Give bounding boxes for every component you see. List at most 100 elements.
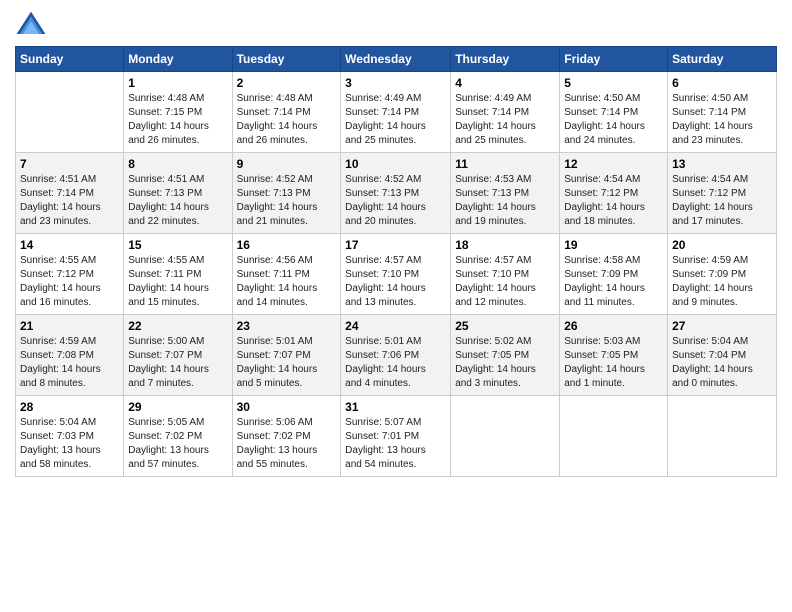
week-row-4: 21Sunrise: 4:59 AMSunset: 7:08 PMDayligh… (16, 315, 777, 396)
day-info: Sunrise: 4:48 AMSunset: 7:14 PMDaylight:… (237, 92, 337, 148)
day-cell: 7Sunrise: 4:51 AMSunset: 7:14 PMDaylight… (16, 153, 124, 234)
day-number: 6 (672, 76, 772, 90)
day-cell: 5 Sunrise: 4:50 AMSunset: 7:14 PMDaylight… (560, 72, 668, 153)
day-info: Sunrise: 4:49 AMSunset: 7:14 PMDaylight:… (455, 92, 555, 148)
day-info: Sunrise: 4:55 AMSunset: 7:11 PMDaylight:… (128, 254, 227, 310)
day-cell: 3 Sunrise: 4:49 AMSunset: 7:14 PMDaylight… (341, 72, 451, 153)
day-number: 24 (345, 319, 446, 333)
day-number: 8 (128, 157, 227, 171)
day-number: 21 (20, 319, 119, 333)
col-header-friday: Friday (560, 47, 668, 72)
day-cell: 25 Sunrise: 5:02 AMSunset: 7:05 PMDayligh… (451, 315, 560, 396)
day-cell (16, 72, 124, 153)
day-info: Sunrise: 4:50 AMSunset: 7:14 PMDaylight:… (564, 92, 663, 148)
day-info: Sunrise: 4:54 AMSunset: 7:12 PMDaylight:… (564, 173, 663, 229)
day-cell: 28 Sunrise: 5:04 AMSunset: 7:03 PMDayligh… (16, 396, 124, 477)
day-info: Sunrise: 5:00 AMSunset: 7:07 PMDaylight:… (128, 335, 227, 391)
logo (15, 10, 51, 38)
day-cell: 15 Sunrise: 4:55 AMSunset: 7:11 PMDayligh… (124, 234, 232, 315)
col-header-sunday: Sunday (16, 47, 124, 72)
day-cell: 27 Sunrise: 5:04 AMSunset: 7:04 PMDayligh… (668, 315, 777, 396)
day-cell: 30Sunrise: 5:06 AMSunset: 7:02 PMDayligh… (232, 396, 341, 477)
day-number: 3 (345, 76, 446, 90)
day-cell: 13Sunrise: 4:54 AMSunset: 7:12 PMDayligh… (668, 153, 777, 234)
day-cell: 4 Sunrise: 4:49 AMSunset: 7:14 PMDaylight… (451, 72, 560, 153)
day-number: 11 (455, 157, 555, 171)
day-info: Sunrise: 4:57 AMSunset: 7:10 PMDaylight:… (455, 254, 555, 310)
day-info: Sunrise: 5:04 AMSunset: 7:03 PMDaylight:… (20, 416, 119, 472)
col-header-tuesday: Tuesday (232, 47, 341, 72)
day-cell: 16Sunrise: 4:56 AMSunset: 7:11 PMDayligh… (232, 234, 341, 315)
day-number: 26 (564, 319, 663, 333)
page-container: SundayMondayTuesdayWednesdayThursdayFrid… (0, 0, 792, 487)
day-number: 19 (564, 238, 663, 252)
day-number: 27 (672, 319, 772, 333)
day-number: 31 (345, 400, 446, 414)
day-info: Sunrise: 4:53 AMSunset: 7:13 PMDaylight:… (455, 173, 555, 229)
week-row-5: 28 Sunrise: 5:04 AMSunset: 7:03 PMDayligh… (16, 396, 777, 477)
day-number: 28 (20, 400, 119, 414)
day-cell (668, 396, 777, 477)
col-header-monday: Monday (124, 47, 232, 72)
day-cell: 11 Sunrise: 4:53 AMSunset: 7:13 PMDayligh… (451, 153, 560, 234)
day-cell: 21Sunrise: 4:59 AMSunset: 7:08 PMDayligh… (16, 315, 124, 396)
day-cell: 29Sunrise: 5:05 AMSunset: 7:02 PMDayligh… (124, 396, 232, 477)
day-number: 12 (564, 157, 663, 171)
day-number: 14 (20, 238, 119, 252)
week-row-1: 1 Sunrise: 4:48 AMSunset: 7:15 PMDaylight… (16, 72, 777, 153)
day-cell: 14 Sunrise: 4:55 AMSunset: 7:12 PMDayligh… (16, 234, 124, 315)
day-cell (451, 396, 560, 477)
col-header-thursday: Thursday (451, 47, 560, 72)
day-number: 4 (455, 76, 555, 90)
day-cell: 8Sunrise: 4:51 AMSunset: 7:13 PMDaylight… (124, 153, 232, 234)
day-number: 5 (564, 76, 663, 90)
day-cell: 9 Sunrise: 4:52 AMSunset: 7:13 PMDaylight… (232, 153, 341, 234)
day-info: Sunrise: 4:57 AMSunset: 7:10 PMDaylight:… (345, 254, 446, 310)
day-info: Sunrise: 4:59 AMSunset: 7:09 PMDaylight:… (672, 254, 772, 310)
day-cell: 22Sunrise: 5:00 AMSunset: 7:07 PMDayligh… (124, 315, 232, 396)
day-number: 30 (237, 400, 337, 414)
day-cell: 26 Sunrise: 5:03 AMSunset: 7:05 PMDayligh… (560, 315, 668, 396)
day-number: 10 (345, 157, 446, 171)
day-info: Sunrise: 4:52 AMSunset: 7:13 PMDaylight:… (345, 173, 446, 229)
day-info: Sunrise: 4:49 AMSunset: 7:14 PMDaylight:… (345, 92, 446, 148)
day-info: Sunrise: 5:03 AMSunset: 7:05 PMDaylight:… (564, 335, 663, 391)
day-number: 1 (128, 76, 227, 90)
day-cell: 2Sunrise: 4:48 AMSunset: 7:14 PMDaylight… (232, 72, 341, 153)
day-number: 15 (128, 238, 227, 252)
col-header-wednesday: Wednesday (341, 47, 451, 72)
day-number: 23 (237, 319, 337, 333)
day-cell: 17 Sunrise: 4:57 AMSunset: 7:10 PMDayligh… (341, 234, 451, 315)
day-info: Sunrise: 4:56 AMSunset: 7:11 PMDaylight:… (237, 254, 337, 310)
day-info: Sunrise: 4:52 AMSunset: 7:13 PMDaylight:… (237, 173, 337, 229)
day-info: Sunrise: 5:04 AMSunset: 7:04 PMDaylight:… (672, 335, 772, 391)
calendar-table: SundayMondayTuesdayWednesdayThursdayFrid… (15, 46, 777, 477)
day-info: Sunrise: 5:05 AMSunset: 7:02 PMDaylight:… (128, 416, 227, 472)
day-number: 25 (455, 319, 555, 333)
day-number: 20 (672, 238, 772, 252)
day-cell: 1 Sunrise: 4:48 AMSunset: 7:15 PMDaylight… (124, 72, 232, 153)
day-cell: 10 Sunrise: 4:52 AMSunset: 7:13 PMDayligh… (341, 153, 451, 234)
week-row-3: 14 Sunrise: 4:55 AMSunset: 7:12 PMDayligh… (16, 234, 777, 315)
col-header-saturday: Saturday (668, 47, 777, 72)
day-number: 17 (345, 238, 446, 252)
day-cell: 12 Sunrise: 4:54 AMSunset: 7:12 PMDayligh… (560, 153, 668, 234)
day-cell: 24 Sunrise: 5:01 AMSunset: 7:06 PMDayligh… (341, 315, 451, 396)
day-number: 9 (237, 157, 337, 171)
day-info: Sunrise: 4:54 AMSunset: 7:12 PMDaylight:… (672, 173, 772, 229)
day-info: Sunrise: 5:01 AMSunset: 7:07 PMDaylight:… (237, 335, 337, 391)
day-cell: 18Sunrise: 4:57 AMSunset: 7:10 PMDayligh… (451, 234, 560, 315)
header-row: SundayMondayTuesdayWednesdayThursdayFrid… (16, 47, 777, 72)
day-info: Sunrise: 5:07 AMSunset: 7:01 PMDaylight:… (345, 416, 446, 472)
day-cell: 20 Sunrise: 4:59 AMSunset: 7:09 PMDayligh… (668, 234, 777, 315)
day-cell: 19Sunrise: 4:58 AMSunset: 7:09 PMDayligh… (560, 234, 668, 315)
day-info: Sunrise: 4:50 AMSunset: 7:14 PMDaylight:… (672, 92, 772, 148)
day-info: Sunrise: 5:01 AMSunset: 7:06 PMDaylight:… (345, 335, 446, 391)
week-row-2: 7Sunrise: 4:51 AMSunset: 7:14 PMDaylight… (16, 153, 777, 234)
logo-icon (15, 10, 47, 38)
day-cell: 6 Sunrise: 4:50 AMSunset: 7:14 PMDaylight… (668, 72, 777, 153)
day-info: Sunrise: 5:02 AMSunset: 7:05 PMDaylight:… (455, 335, 555, 391)
day-cell: 31 Sunrise: 5:07 AMSunset: 7:01 PMDayligh… (341, 396, 451, 477)
day-info: Sunrise: 4:55 AMSunset: 7:12 PMDaylight:… (20, 254, 119, 310)
day-info: Sunrise: 4:48 AMSunset: 7:15 PMDaylight:… (128, 92, 227, 148)
